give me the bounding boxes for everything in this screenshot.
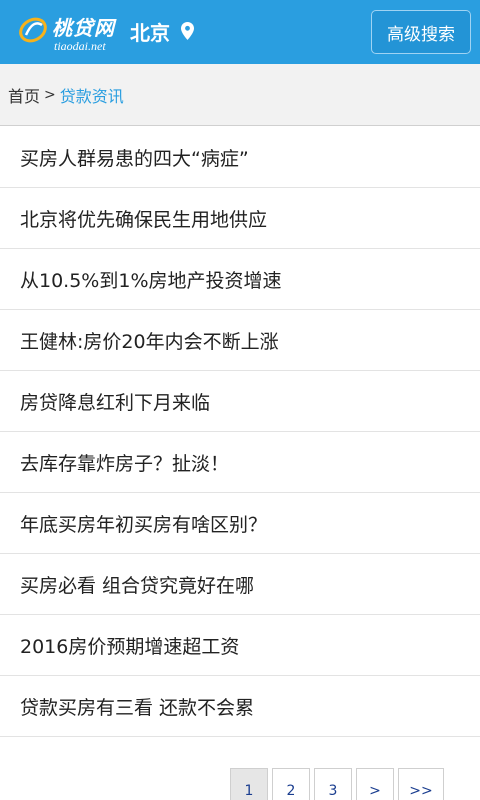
article-item[interactable]: 王健林:房价20年内会不断上涨: [0, 310, 480, 371]
article-item[interactable]: 买房必看 组合贷究竟好在哪: [0, 554, 480, 615]
article-item[interactable]: 买房人群易患的四大“病症”: [0, 127, 480, 188]
breadcrumb-separator: >: [44, 86, 56, 103]
article-item[interactable]: 从10.5%到1%房地产投资增速: [0, 249, 480, 310]
next-page-button[interactable]: >: [356, 768, 394, 800]
article-item[interactable]: 北京将优先确保民生用地供应: [0, 188, 480, 249]
article-item[interactable]: 贷款买房有三看 还款不会累: [0, 676, 480, 737]
article-item[interactable]: 年底买房年初买房有啥区别？: [0, 493, 480, 554]
location-pin-icon[interactable]: [181, 22, 194, 40]
article-item[interactable]: 2016房价预期增速超工资: [0, 615, 480, 676]
city-selector[interactable]: 北京: [130, 17, 170, 46]
page-button-2[interactable]: 2: [272, 768, 310, 800]
pagination: 1 2 3 > >>: [230, 768, 444, 800]
site-logo[interactable]: 桃贷网 tiaodai.net: [18, 9, 122, 55]
app-header: 桃贷网 tiaodai.net 北京 高级搜索: [0, 0, 480, 64]
page-button-3[interactable]: 3: [314, 768, 352, 800]
article-item[interactable]: 房贷降息红利下月来临: [0, 371, 480, 432]
advanced-search-button[interactable]: 高级搜索: [371, 10, 471, 54]
breadcrumb-home[interactable]: 首页: [8, 83, 40, 107]
article-item[interactable]: 去库存靠炸房子？扯淡！: [0, 432, 480, 493]
taodai-logo-icon: [19, 17, 47, 43]
breadcrumb: 首页 > 贷款资讯: [0, 64, 480, 126]
last-page-button[interactable]: >>: [398, 768, 444, 800]
logo-domain: tiaodai.net: [54, 39, 106, 53]
logo-name: 桃贷网: [52, 16, 115, 40]
page-button-1[interactable]: 1: [230, 768, 268, 800]
article-list: 买房人群易患的四大“病症” 北京将优先确保民生用地供应 从10.5%到1%房地产…: [0, 127, 480, 737]
breadcrumb-current[interactable]: 贷款资讯: [60, 83, 124, 107]
